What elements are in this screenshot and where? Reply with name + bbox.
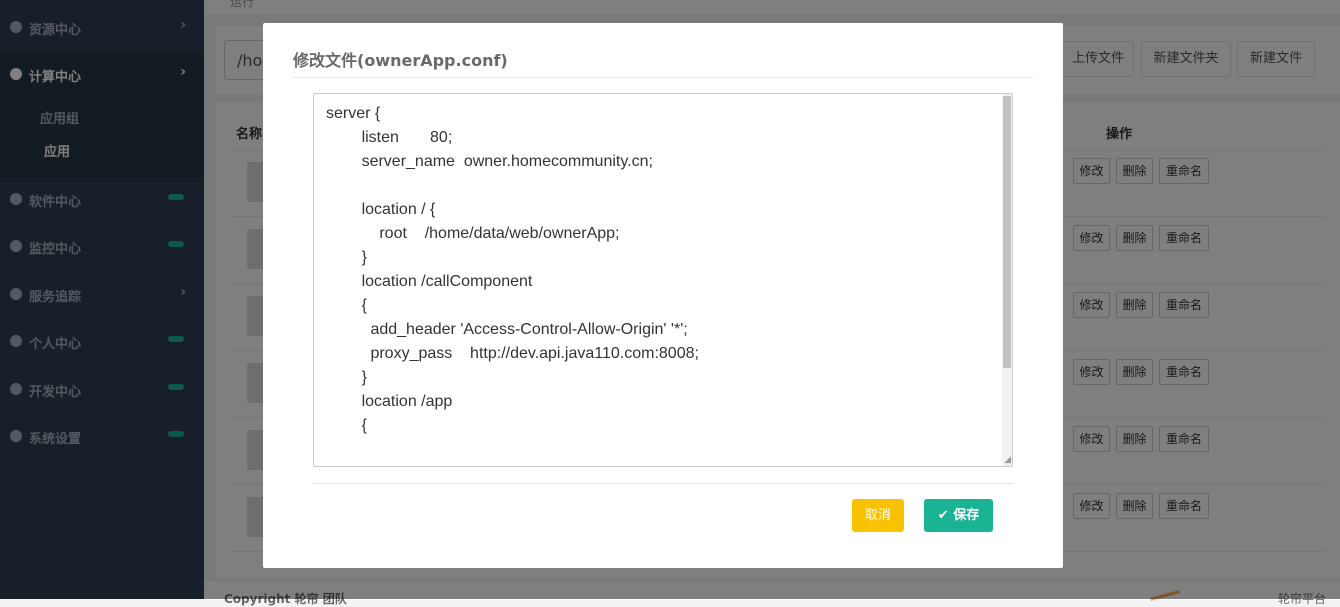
scrollbar[interactable] [1002,94,1012,466]
divider [313,483,1013,484]
resize-handle-icon[interactable]: ◢ [1004,456,1011,465]
check-icon: ✔ [937,508,954,523]
divider [293,77,1033,78]
save-button[interactable]: ✔ 保存 [924,499,993,532]
save-button-label: 保存 [953,508,980,523]
modal-title: 修改文件(ownerApp.conf) [293,51,508,70]
edit-file-modal: 修改文件(ownerApp.conf) server { listen 80; … [263,23,1063,568]
cancel-button[interactable]: 取消 [852,499,904,532]
file-content-editor[interactable]: server { listen 80; server_name owner.ho… [313,93,1013,467]
scrollbar-thumb[interactable] [1003,96,1011,368]
file-content-text: server { listen 80; server_name owner.ho… [326,105,699,434]
